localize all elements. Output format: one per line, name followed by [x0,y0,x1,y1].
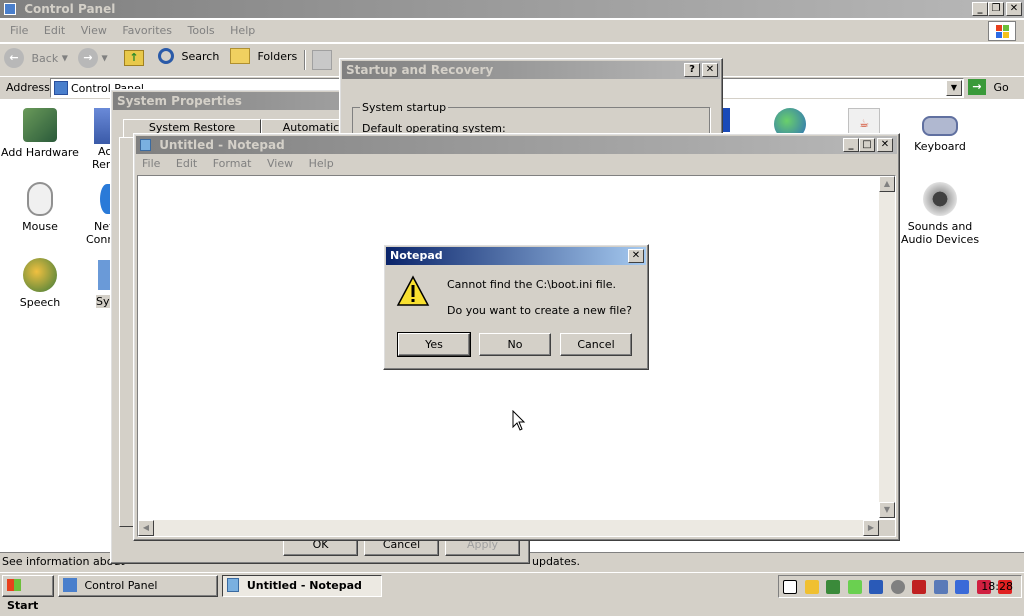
menu-favorites[interactable]: Favorites [116,22,178,40]
restore-button[interactable]: ❐ [988,2,1004,16]
windows-logo-icon [988,21,1016,41]
power-tray-icon[interactable] [890,580,905,594]
notepad-menubar: File Edit Format View Help [136,155,896,173]
notepad-menu-view[interactable]: View [261,155,299,173]
startup-recovery-title: Startup and Recovery [346,63,494,77]
up-folder-icon: ↑ [124,50,144,66]
mouse-item[interactable]: Mouse [0,182,80,233]
taskbar-notepad[interactable]: Untitled - Notepad [222,575,382,597]
notepad-menu-edit[interactable]: Edit [170,155,203,173]
notepad-menu-file[interactable]: File [136,155,166,173]
taskbar: Start Control Panel Untitled - Notepad 1… [0,572,1024,612]
system-startup-label: System startup [360,101,449,114]
status-text-right: updates. [532,555,580,568]
dialog-title: Notepad [390,249,443,262]
address-label: Address [6,81,50,94]
close-button[interactable]: ✕ [1006,2,1022,16]
start-button[interactable]: Start [2,575,54,612]
monitor-tray-icon[interactable] [955,580,969,594]
notepad-close-button[interactable]: ✕ [877,138,893,152]
add-hardware-icon [23,108,57,142]
start-windows-icon [7,579,21,591]
system-properties-title: System Properties [117,94,242,108]
menu-edit[interactable]: Edit [38,22,71,40]
notepad-dialog: Notepad ✕ Cannot find the C:\boot.ini fi… [383,244,649,370]
control-panel-title: Control Panel [24,2,116,16]
notepad-maximize-button[interactable]: □ [859,138,875,152]
horizontal-scrollbar[interactable]: ◀ ▶ [138,520,879,536]
notepad-icon [140,139,151,151]
clock[interactable]: 18:28 [981,576,1013,597]
startup-recovery-titlebar[interactable]: Startup and Recovery ? ✕ [342,61,720,79]
keyboard-icon [922,116,958,136]
scroll-up-button[interactable]: ▲ [879,176,895,192]
speech-icon [23,258,57,292]
network-tray-icon[interactable] [826,580,840,594]
folders-button[interactable]: Folders [230,48,300,72]
sounds-item[interactable]: Sounds and Audio Devices [900,182,980,246]
notepad-minimize-button[interactable]: _ [843,138,859,152]
up-folder-button[interactable]: ↑ [124,50,146,70]
menu-view[interactable]: View [75,22,113,40]
dialog-no-button[interactable]: No [479,333,551,356]
add-hardware-item[interactable]: Add Hardware [0,108,80,159]
control-panel-icon [4,3,16,15]
minimize-button[interactable]: _ [972,2,988,16]
shield-tray-icon[interactable] [804,580,819,594]
status-text: See information about [2,555,125,568]
folders-icon [230,48,250,64]
dialog-yes-button[interactable]: Yes [397,332,471,357]
back-button[interactable]: ← Back ▼ [4,48,70,72]
search-icon [158,48,174,64]
volume-tray-icon[interactable] [912,580,926,594]
forward-arrow-icon: → [78,48,98,68]
bluetooth-tray-icon[interactable] [869,580,883,594]
dialog-cancel-button[interactable]: Cancel [560,333,632,356]
mouse-icon [27,182,53,216]
taskbar-control-panel[interactable]: Control Panel [58,575,218,597]
size-grip[interactable] [879,520,895,536]
control-panel-titlebar[interactable]: Control Panel _ ❐ ✕ [0,0,1024,18]
display-tray-icon[interactable] [933,580,948,594]
go-arrow-icon: → [968,79,986,95]
back-arrow-icon: ← [4,48,24,68]
control-panel-menubar: File Edit View Favorites Tools Help [0,20,1024,42]
notepad-titlebar[interactable]: Untitled - Notepad _ □ ✕ [136,136,897,154]
notepad-menu-format[interactable]: Format [207,155,258,173]
notepad-title: Untitled - Notepad [159,138,285,152]
scroll-left-button[interactable]: ◀ [138,520,154,536]
dialog-message-line1: Cannot find the C:\boot.ini file. [447,278,617,291]
help-button[interactable]: ? [684,63,700,77]
warning-icon [396,275,430,307]
dialog-titlebar[interactable]: Notepad ✕ [386,247,646,265]
taskbar-notepad-icon [227,578,239,592]
menu-help[interactable]: Help [224,22,261,40]
address-dropdown-button[interactable]: ▼ [946,80,962,96]
help-tray-icon[interactable] [783,580,797,594]
mouse-cursor [512,409,526,432]
speaker-icon [923,182,957,216]
system-tray: 18:28 [778,575,1022,598]
forward-button[interactable]: → ▼ [78,48,116,72]
keyboard-item[interactable]: Keyboard [900,108,980,153]
dialog-close-button[interactable]: ✕ [628,249,644,263]
go-button[interactable]: → Go [968,79,1018,97]
startup-close-button[interactable]: ✕ [702,63,718,77]
toolbar-separator [304,50,306,70]
menu-tools[interactable]: Tools [182,22,221,40]
move-to-icon[interactable] [312,50,332,70]
dialog-message-line2: Do you want to create a new file? [447,304,632,317]
taskbar-control-panel-icon [63,578,77,592]
speech-item[interactable]: Speech [0,258,80,309]
vertical-scrollbar[interactable]: ▲ ▼ [879,176,895,518]
menu-file[interactable]: File [4,22,34,40]
security-tray-icon[interactable] [847,580,862,594]
partial-label-sy: Sy [96,295,110,308]
scroll-right-button[interactable]: ▶ [863,520,879,536]
scroll-down-button[interactable]: ▼ [879,502,895,518]
search-button[interactable]: Search [158,48,224,72]
notepad-menu-help[interactable]: Help [303,155,340,173]
address-folder-icon [54,81,68,95]
